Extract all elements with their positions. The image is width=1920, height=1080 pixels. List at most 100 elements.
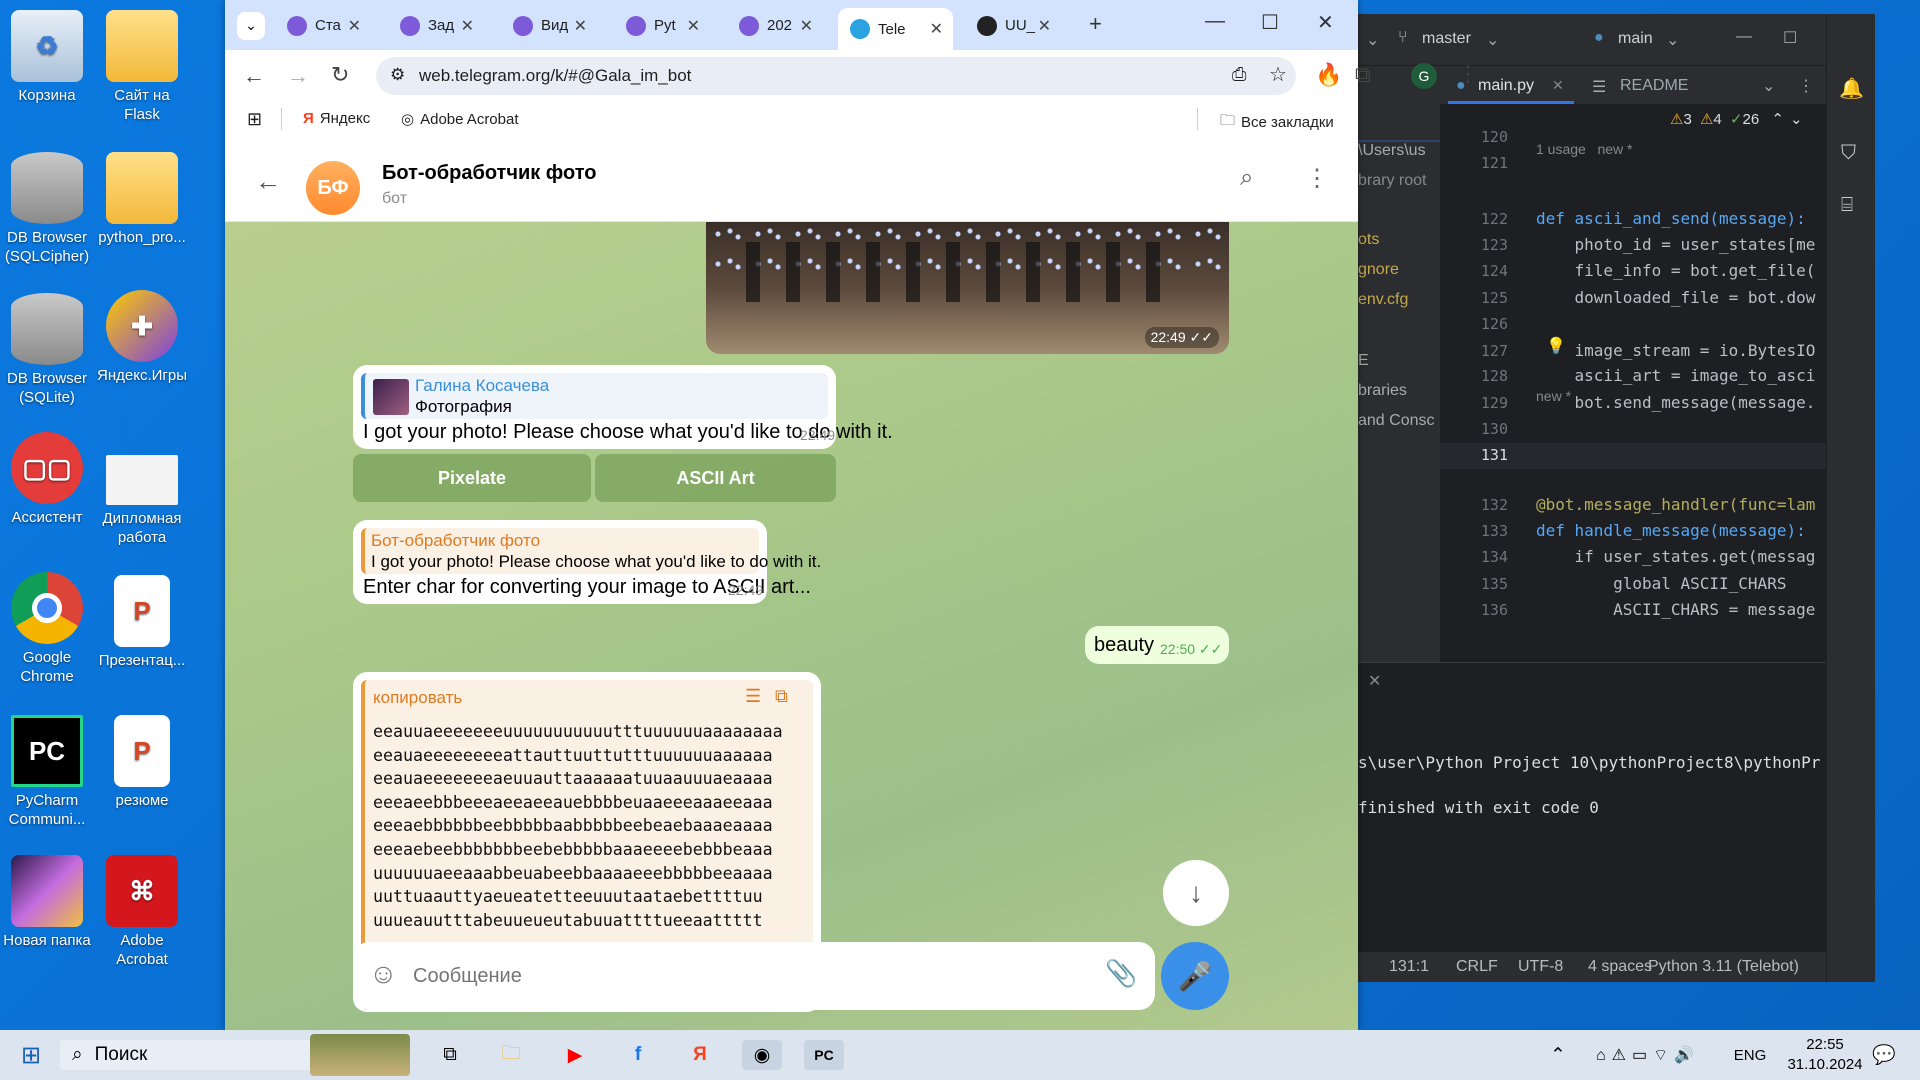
emoji-icon[interactable]: ☺ bbox=[369, 958, 398, 990]
code-line[interactable]: photo_id = user_states[me bbox=[1536, 235, 1816, 254]
desktop-icon-db-sqlite[interactable]: DB Browser (SQLite) bbox=[0, 293, 94, 407]
bookmark-acrobat[interactable]: ◎ Adobe Acrobat bbox=[401, 110, 519, 129]
new-tab-button[interactable]: + bbox=[1089, 11, 1102, 37]
code-line[interactable]: bot.send_message(message. bbox=[1536, 393, 1816, 412]
tab[interactable]: 202 ✕ bbox=[727, 9, 823, 42]
chat-title[interactable]: Бот-обработчик фото bbox=[382, 162, 597, 185]
bookmark-all[interactable]: 🗀 Все закладки bbox=[1220, 110, 1334, 135]
apps-icon[interactable]: ⊞ bbox=[247, 109, 262, 130]
project-item[interactable]: env.cfg bbox=[1358, 291, 1408, 309]
desktop-icon-presentation[interactable]: P Презентац... bbox=[95, 575, 189, 670]
ascii-art-button[interactable]: ASCII Art bbox=[595, 454, 836, 502]
tab[interactable]: Pyt ✕ bbox=[614, 9, 710, 42]
tab-search-button[interactable]: ⌄ bbox=[237, 12, 265, 40]
branch-selector[interactable]: master bbox=[1422, 30, 1471, 48]
close-icon[interactable]: ✕ bbox=[574, 16, 587, 36]
desktop-icon-flask-site[interactable]: Сайт на Flask bbox=[95, 10, 189, 124]
bot-message[interactable]: Бот-обработчик фото I got your photo! Pl… bbox=[353, 520, 821, 604]
desktop-icon-new-folder[interactable]: Новая папка bbox=[0, 855, 94, 950]
start-button[interactable]: ⊞ bbox=[16, 1040, 46, 1070]
code-line[interactable]: def ascii_and_send(message): bbox=[1536, 209, 1806, 228]
desktop-icon-python-project[interactable]: python_pro... bbox=[95, 152, 189, 247]
project-item[interactable]: E bbox=[1358, 352, 1369, 370]
address-bar[interactable]: ⚙ web.telegram.org/k/#@Gala_im_bot ⎙ ☆ bbox=[376, 57, 1296, 95]
file-encoding[interactable]: UTF-8 bbox=[1518, 958, 1563, 976]
pixelate-button[interactable]: Pixelate bbox=[353, 454, 591, 502]
inspection-widget[interactable]: ⚠3 ⚠4 ✓26 ⌃ ⌄ bbox=[1670, 110, 1803, 128]
taskbar-search[interactable]: ⌕ Поиск bbox=[60, 1034, 410, 1076]
close-icon[interactable]: ✕ bbox=[1368, 671, 1381, 691]
minimize-button[interactable]: — bbox=[1736, 28, 1752, 46]
wrap-icon[interactable]: ☰ bbox=[745, 686, 761, 707]
project-item[interactable]: braries bbox=[1358, 382, 1407, 400]
show-hidden-icons[interactable]: ⌃ bbox=[1548, 1040, 1568, 1070]
tab-readme[interactable]: README bbox=[1620, 77, 1688, 95]
cursor-position[interactable]: 131:1 bbox=[1389, 958, 1429, 976]
desktop-icon-pycharm[interactable]: PC PyCharm Communi... bbox=[0, 715, 94, 829]
copy-label[interactable]: копировать bbox=[373, 688, 462, 708]
code-line[interactable]: global ASCII_CHARS bbox=[1536, 574, 1786, 593]
maximize-button[interactable]: ☐ bbox=[1783, 28, 1797, 48]
extension-flame-icon[interactable]: 🔥 bbox=[1315, 62, 1342, 88]
chevron-down-icon[interactable]: ⌄ bbox=[1762, 76, 1775, 96]
desktop-icon-assistant[interactable]: ▢▢ Ассистент bbox=[0, 432, 94, 527]
desktop-icon-recycle-bin[interactable]: ♻ Корзина bbox=[0, 10, 94, 105]
code-line[interactable]: def handle_message(message): bbox=[1536, 521, 1806, 540]
close-icon[interactable]: ✕ bbox=[930, 19, 943, 39]
close-icon[interactable]: ✕ bbox=[687, 16, 700, 36]
desktop-icon-chrome[interactable]: Google Chrome bbox=[0, 572, 94, 686]
yandex-browser-icon[interactable]: Я bbox=[682, 1040, 718, 1070]
close-icon[interactable]: ✕ bbox=[1038, 16, 1051, 36]
scroll-down-button[interactable]: ↓ bbox=[1163, 860, 1229, 926]
code-line[interactable]: @bot.message_handler(func=lam bbox=[1536, 495, 1815, 514]
install-app-icon[interactable]: ⎙ bbox=[1232, 64, 1246, 85]
code-line[interactable]: file_info = bot.get_file( bbox=[1536, 261, 1816, 280]
extensions-icon[interactable]: ⧉ bbox=[1355, 62, 1371, 88]
more-icon[interactable]: ⋮ bbox=[1798, 76, 1814, 96]
tab[interactable]: Ста ✕ bbox=[275, 9, 371, 42]
file-explorer-icon[interactable]: 🗀 bbox=[493, 1040, 529, 1070]
site-info-icon[interactable]: ⚙ bbox=[390, 65, 405, 85]
copy-icon[interactable]: ⧉ bbox=[775, 686, 788, 707]
indent-setting[interactable]: 4 spaces bbox=[1588, 958, 1652, 976]
terminal[interactable]: ✕ s\user\Python Project 10\pythonProject… bbox=[1358, 662, 1827, 952]
youtube-icon[interactable]: ▶ bbox=[557, 1040, 593, 1070]
reload-icon[interactable]: ↻ bbox=[331, 62, 349, 88]
profile-avatar[interactable]: G bbox=[1411, 63, 1437, 89]
tab[interactable]: UU_ ✕ bbox=[965, 9, 1061, 42]
code-line[interactable]: downloaded_file = bot.dow bbox=[1536, 288, 1816, 307]
search-icon[interactable]: ⌕ bbox=[1240, 164, 1253, 192]
bookmark-yandex[interactable]: Я Яндекс bbox=[303, 110, 370, 127]
code-line[interactable]: image_stream = io.BytesIO bbox=[1536, 341, 1816, 360]
photo-message[interactable]: 22:49 ✓✓ bbox=[706, 222, 1229, 354]
interpreter[interactable]: Python 3.11 (Telebot) bbox=[1648, 958, 1799, 976]
run-config-selector[interactable]: main bbox=[1618, 30, 1653, 48]
back-icon[interactable]: ← bbox=[243, 63, 265, 89]
bot-message[interactable]: Галина Косачева Фотография I got your ph… bbox=[353, 365, 893, 449]
forward-icon[interactable]: → bbox=[287, 63, 309, 89]
close-icon[interactable]: ✕ bbox=[348, 16, 361, 36]
reply-quote[interactable]: Галина Косачева Фотография bbox=[361, 373, 828, 419]
tab[interactable]: Зад ✕ bbox=[388, 9, 484, 42]
project-item[interactable]: ots bbox=[1358, 231, 1379, 249]
notification-center-icon[interactable]: 💬 bbox=[1866, 1040, 1902, 1070]
language-indicator[interactable]: ENG bbox=[1730, 1040, 1770, 1070]
more-icon[interactable]: ⋮ bbox=[1457, 61, 1479, 87]
close-icon[interactable]: ✕ bbox=[461, 16, 474, 36]
close-button[interactable]: ✕ bbox=[1317, 10, 1334, 35]
notifications-icon[interactable]: 🔔 bbox=[1839, 76, 1864, 101]
tab-main-py[interactable]: main.py bbox=[1478, 77, 1534, 95]
tab[interactable]: Вид ✕ bbox=[501, 9, 597, 42]
code-line[interactable]: ascii_art = image_to_asci bbox=[1536, 366, 1816, 385]
bulb-icon[interactable]: 💡 bbox=[1546, 336, 1566, 356]
bookmark-star-icon[interactable]: ☆ bbox=[1269, 62, 1287, 87]
code-line[interactable]: ASCII_CHARS = message bbox=[1536, 600, 1815, 619]
toolbox-icon[interactable]: ⌸ bbox=[1841, 194, 1853, 217]
avatar[interactable]: БФ bbox=[306, 161, 360, 215]
shield-icon[interactable]: ⛉ bbox=[1841, 142, 1856, 165]
chat-area[interactable]: 22:49 ✓✓ Галина Косачева Фотография I go… bbox=[225, 222, 1358, 1030]
line-separator[interactable]: CRLF bbox=[1456, 958, 1498, 976]
desktop-icon-resume[interactable]: P резюме bbox=[95, 715, 189, 810]
more-icon[interactable]: ⋮ bbox=[1305, 164, 1329, 193]
chrome-taskbar-icon[interactable]: ◉ bbox=[742, 1040, 782, 1070]
